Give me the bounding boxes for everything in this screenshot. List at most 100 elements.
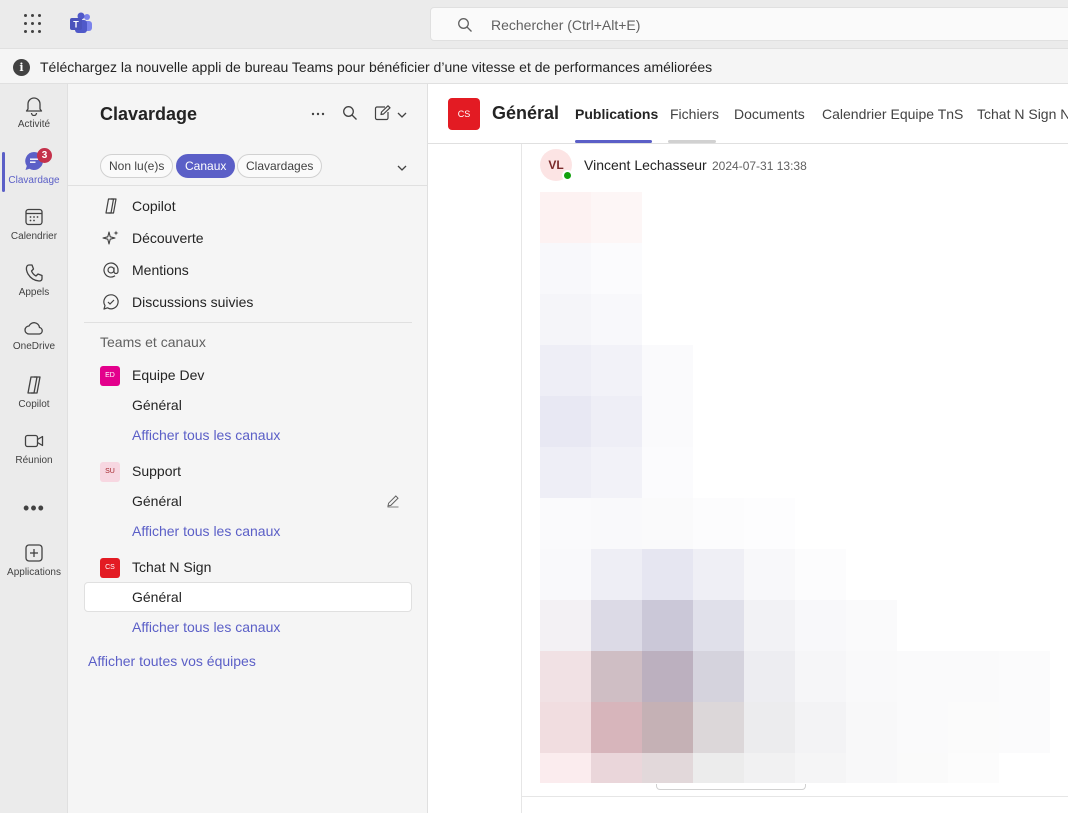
channel-name: Général (132, 397, 182, 413)
team-item-equipe-dev[interactable]: ED Equipe Dev (84, 360, 412, 390)
filter-chats[interactable]: Clavardages (237, 154, 323, 178)
waffle-icon[interactable] (22, 12, 46, 36)
rail-item-copilot[interactable]: Copilot (0, 374, 68, 426)
rail-label: Appels (18, 287, 50, 298)
tab-documents[interactable]: Documents (734, 106, 805, 122)
team-avatar: SU (100, 462, 120, 482)
followed-chat-icon (103, 294, 119, 310)
rail-item-chat[interactable]: 3 Clavardage (0, 148, 68, 202)
team-name: Tchat N Sign (132, 559, 212, 575)
nav-item-discover[interactable]: Découverte (84, 223, 412, 253)
more-apps-button[interactable]: ••• (0, 498, 68, 519)
top-bar: T Rechercher (Ctrl+Alt+E) (0, 0, 1068, 48)
section-label: Teams et canaux (100, 334, 206, 350)
team-avatar: ED (100, 366, 120, 386)
divider (522, 796, 1068, 797)
chat-list-pane: Clavardage Non lu(e)s Canaux Clavardages… (68, 84, 428, 813)
copilot-icon (105, 198, 117, 214)
show-all-channels-link[interactable]: Afficher tous les canaux (84, 420, 412, 450)
nav-label: Discussions suivies (132, 294, 254, 310)
link-label: Afficher tous les canaux (132, 427, 281, 443)
active-tab-indicator (575, 140, 652, 143)
more-options-icon[interactable] (310, 106, 326, 125)
svg-text:T: T (73, 20, 79, 30)
channel-avatar: CS (448, 98, 480, 130)
channel-name: Général (132, 493, 182, 509)
channel-item-general[interactable]: Général (84, 486, 412, 516)
tab-tchat-n-sign[interactable]: Tchat N Sign N (977, 106, 1068, 122)
show-all-teams-link[interactable]: Afficher toutes vos équipes (88, 653, 256, 669)
unread-badge: 3 (37, 148, 52, 163)
tab-team-calendar[interactable]: Calendrier Equipe TnS (822, 106, 963, 122)
team-item-tchat-n-sign[interactable]: CS Tchat N Sign (84, 552, 412, 582)
team-avatar: CS (100, 558, 120, 578)
new-chat-icon[interactable] (374, 105, 392, 124)
add-app-icon (25, 544, 43, 562)
update-banner: i Téléchargez la nouvelle appli de burea… (0, 48, 1068, 84)
phone-icon (25, 264, 43, 282)
search-icon (458, 18, 472, 32)
channel-title: Général (492, 103, 560, 123)
app-rail: Activité 3 Clavardage Calendrier Appels … (0, 84, 68, 813)
filter-channels[interactable]: Canaux (176, 154, 236, 178)
draft-icon (386, 494, 400, 511)
rail-item-calendar[interactable]: Calendrier (0, 206, 68, 258)
rail-label: Applications (7, 567, 61, 578)
copilot-icon (27, 376, 41, 394)
channel-name: Général (132, 589, 182, 605)
rail-item-applications[interactable]: Applications (0, 542, 68, 594)
link-label: Afficher tous les canaux (132, 619, 281, 635)
rail-label: Calendrier (10, 231, 58, 242)
message-timestamp: 2024-07-31 13:38 (712, 159, 807, 173)
cloud-icon (24, 322, 43, 335)
channel-item-general[interactable]: Général (84, 390, 412, 420)
nav-item-mentions[interactable]: Mentions (84, 255, 412, 285)
show-all-channels-link[interactable]: Afficher tous les canaux (84, 516, 412, 546)
filter-unread[interactable]: Non lu(e)s (100, 154, 174, 178)
rail-item-onedrive[interactable]: OneDrive (0, 318, 68, 370)
channel-item-general-selected[interactable]: Général (84, 582, 412, 612)
info-icon: i (13, 59, 30, 76)
rail-label: Réunion (15, 455, 53, 466)
team-item-support[interactable]: SU Support (84, 456, 412, 486)
tab-files[interactable]: Fichiers (670, 106, 719, 122)
team-name: Support (132, 463, 182, 479)
rail-label: Activité (17, 119, 51, 130)
sparkle-icon (102, 230, 119, 245)
rail-label: Clavardage (8, 175, 60, 186)
chevron-down-icon[interactable] (396, 160, 408, 176)
rail-item-activity[interactable]: Activité (0, 94, 68, 146)
tab-hover-indicator (668, 140, 716, 143)
search-placeholder: Rechercher (Ctrl+Alt+E) (491, 17, 641, 33)
message-author[interactable]: Vincent Lechasseur (584, 157, 707, 173)
rail-label: Copilot (18, 399, 50, 410)
channel-header: CS Général Publications Fichiers Documen… (428, 84, 1068, 144)
at-icon (103, 262, 119, 278)
posts-feed: VL Vincent Lechasseur 2024-07-31 13:38 (521, 144, 1068, 813)
chevron-down-icon[interactable] (396, 107, 408, 123)
channel-view: CS Général Publications Fichiers Documen… (428, 84, 1068, 813)
teams-logo-icon: T (68, 12, 94, 36)
link-label: Afficher tous les canaux (132, 523, 281, 539)
bell-icon (25, 97, 43, 116)
calendar-icon (25, 208, 43, 226)
search-input[interactable]: Rechercher (Ctrl+Alt+E) (430, 7, 1068, 41)
rail-item-calls[interactable]: Appels (0, 262, 68, 314)
pane-title: Clavardage (100, 104, 198, 124)
tab-publications[interactable]: Publications (575, 106, 658, 122)
search-icon[interactable] (342, 105, 358, 124)
rail-label: OneDrive (12, 341, 56, 352)
composer-edge (656, 784, 806, 790)
team-name: Equipe Dev (132, 367, 205, 383)
nav-label: Mentions (132, 262, 189, 278)
show-all-channels-link[interactable]: Afficher tous les canaux (84, 612, 412, 642)
nav-item-copilot[interactable]: Copilot (84, 191, 412, 221)
divider (68, 185, 428, 186)
divider (84, 322, 412, 323)
nav-label: Copilot (132, 198, 176, 214)
presence-available-icon (562, 170, 573, 181)
banner-text: Téléchargez la nouvelle appli de bureau … (40, 59, 713, 75)
video-icon (24, 434, 44, 448)
rail-item-meeting[interactable]: Réunion (0, 430, 68, 482)
nav-item-followed[interactable]: Discussions suivies (84, 287, 412, 317)
